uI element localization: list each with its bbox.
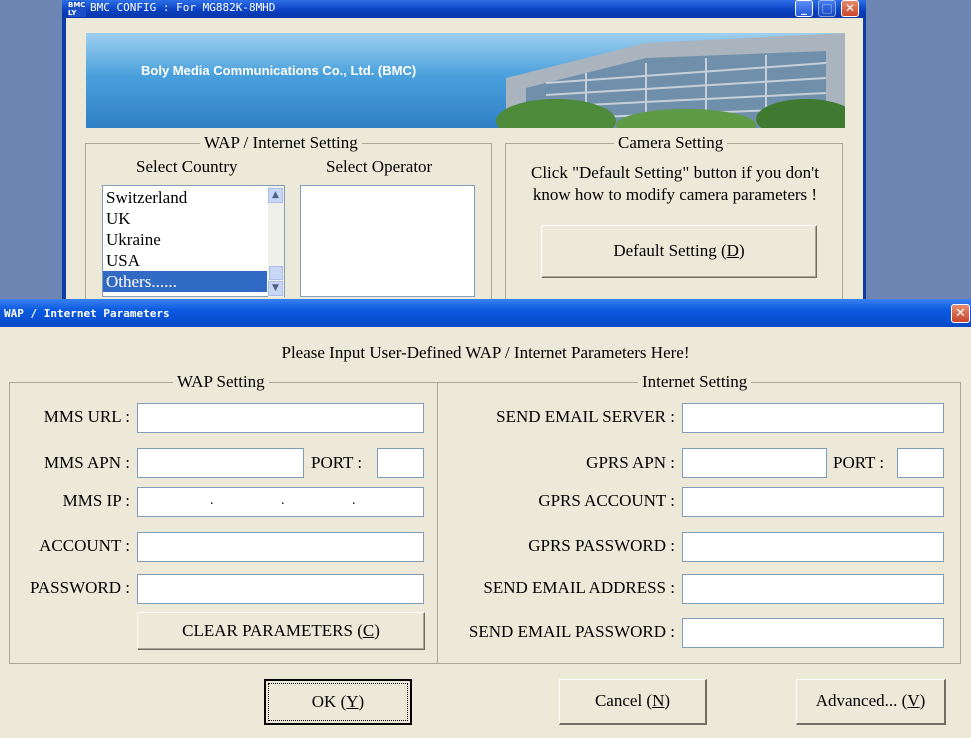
scroll-down-arrow-icon[interactable]: ▼ xyxy=(268,281,283,296)
mms-port-label: PORT : xyxy=(311,453,363,472)
mms-url-label: MMS URL : xyxy=(43,407,130,426)
send-email-address-input[interactable] xyxy=(682,574,944,604)
wap-internet-setting-title: WAP / Internet Setting xyxy=(200,133,362,153)
gprs-password-label: GPRS PASSWORD : xyxy=(528,536,675,555)
wap-setting-title: WAP Setting xyxy=(173,372,269,392)
send-email-server-label: SEND EMAIL SERVER : xyxy=(496,407,675,426)
country-listbox[interactable]: Switzerland UK Ukraine USA Others...... ▲ ▼ xyxy=(102,185,285,297)
password-input[interactable] xyxy=(137,574,424,604)
desktop-background-right xyxy=(864,0,971,300)
password-label: PASSWORD : xyxy=(30,578,130,597)
mms-port-input[interactable] xyxy=(377,448,424,478)
mms-ip-input[interactable]: . . . xyxy=(137,487,424,517)
gprs-account-label: GPRS ACCOUNT : xyxy=(538,491,675,510)
company-banner-image: Boly Media Communications Co., Ltd. (BMC… xyxy=(86,33,845,128)
gprs-apn-input[interactable] xyxy=(682,448,827,478)
gprs-password-input[interactable] xyxy=(682,532,944,562)
default-setting-text: Default Setting ( xyxy=(613,241,727,260)
ok-suffix: ) xyxy=(358,692,365,711)
country-list-item[interactable]: USA xyxy=(103,250,267,271)
cancel-suffix: ) xyxy=(664,691,671,710)
advanced-text: Advanced... ( xyxy=(815,691,908,710)
maximize-button: □ xyxy=(818,0,836,17)
operator-listbox[interactable] xyxy=(300,185,475,297)
gprs-port-input[interactable] xyxy=(897,448,944,478)
advanced-hotkey: V xyxy=(907,691,920,710)
internet-setting-title: Internet Setting xyxy=(638,372,752,392)
country-list-item[interactable]: Ukraine xyxy=(103,229,267,250)
app-logo-icon: BMC LY xyxy=(68,1,86,17)
mms-url-input[interactable] xyxy=(137,403,424,433)
ip-dot-3: . xyxy=(352,493,356,508)
ip-dot-2: . xyxy=(281,493,285,508)
scroll-up-arrow-icon[interactable]: ▲ xyxy=(268,188,283,203)
cancel-button[interactable]: Cancel (N) xyxy=(559,679,707,725)
clear-parameters-button[interactable]: CLEAR PARAMETERS (C) xyxy=(137,612,425,650)
mms-ip-label: MMS IP : xyxy=(62,491,130,510)
account-input[interactable] xyxy=(137,532,424,562)
country-list-item[interactable]: Switzerland xyxy=(103,187,267,208)
country-list-item[interactable]: Others...... xyxy=(103,271,267,292)
send-email-address-label: SEND EMAIL ADDRESS : xyxy=(483,578,675,597)
clear-parameters-hotkey: C xyxy=(362,621,375,640)
dialog-close-icon[interactable]: ✕ xyxy=(951,304,970,323)
clear-parameters-text: CLEAR PARAMETERS ( xyxy=(182,621,363,640)
close-button[interactable]: ✕ xyxy=(841,0,859,17)
gprs-port-label: PORT : xyxy=(833,453,885,472)
advanced-button[interactable]: Advanced... (V) xyxy=(796,679,946,725)
default-setting-button[interactable]: Default Setting (D) xyxy=(541,225,817,278)
advanced-suffix: ) xyxy=(919,691,926,710)
send-email-password-input[interactable] xyxy=(682,618,944,648)
select-operator-label: Select Operator xyxy=(326,157,433,176)
account-label: ACCOUNT : xyxy=(39,536,130,555)
camera-setting-title: Camera Setting xyxy=(614,133,728,153)
ok-hotkey: Y xyxy=(346,692,359,711)
dialog-title: WAP / Internet Parameters xyxy=(4,307,170,320)
company-name-text: Boly Media Communications Co., Ltd. (BMC… xyxy=(141,63,417,78)
ip-dot-1: . xyxy=(210,493,214,508)
ok-button[interactable]: OK (Y) xyxy=(264,679,412,725)
mms-apn-input[interactable] xyxy=(137,448,304,478)
camera-setting-hint: Click "Default Setting" button if you do… xyxy=(531,163,819,204)
minimize-button[interactable]: _ xyxy=(795,0,813,17)
gprs-apn-label: GPRS APN : xyxy=(586,453,675,472)
cancel-hotkey: N xyxy=(652,691,665,710)
default-setting-suffix: ) xyxy=(738,241,745,260)
default-setting-hotkey: D xyxy=(726,241,739,260)
building-photo xyxy=(496,33,845,128)
dialog-heading: Please Input User-Defined WAP / Internet… xyxy=(281,343,690,362)
send-email-server-input[interactable] xyxy=(682,403,944,433)
gprs-account-input[interactable] xyxy=(682,487,944,517)
desktop-background-left xyxy=(0,0,66,300)
send-email-password-label: SEND EMAIL PASSWORD : xyxy=(468,622,675,641)
config-window-title: BMC CONFIG : For MG882K-8MHD xyxy=(90,1,276,14)
scroll-thumb[interactable] xyxy=(269,266,283,280)
cancel-text: Cancel ( xyxy=(594,691,653,710)
mms-apn-label: MMS APN : xyxy=(44,453,130,472)
clear-parameters-suffix: ) xyxy=(374,621,380,640)
country-scrollbar[interactable]: ▲ ▼ xyxy=(268,186,284,297)
country-list-item[interactable]: UK xyxy=(103,208,267,229)
select-country-label: Select Country xyxy=(136,157,238,176)
ok-text: OK ( xyxy=(311,692,347,711)
